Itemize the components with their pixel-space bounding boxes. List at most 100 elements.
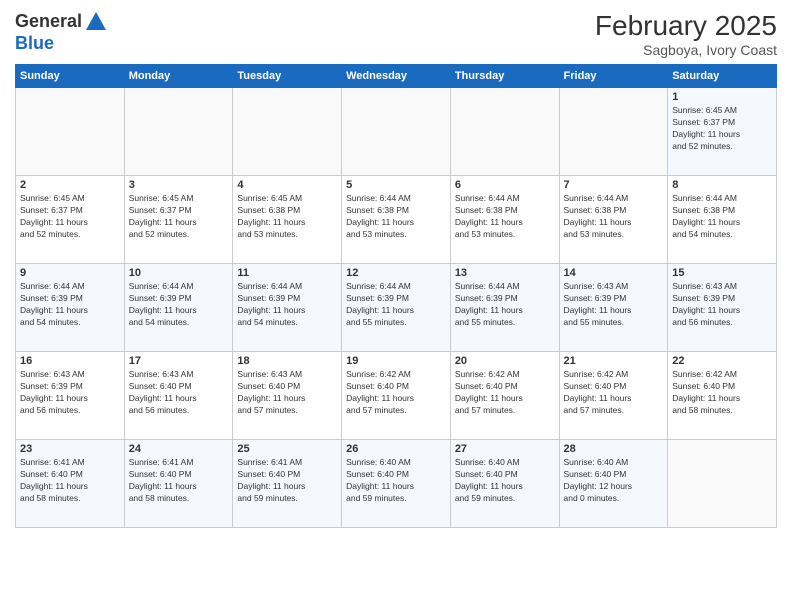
page-header: General Blue February 2025 Sagboya, Ivor… <box>15 10 777 58</box>
day-info: Sunrise: 6:42 AM Sunset: 6:40 PM Dayligh… <box>346 369 446 417</box>
day-info: Sunrise: 6:43 AM Sunset: 6:39 PM Dayligh… <box>564 281 664 329</box>
day-info: Sunrise: 6:44 AM Sunset: 6:39 PM Dayligh… <box>237 281 337 329</box>
day-info: Sunrise: 6:44 AM Sunset: 6:39 PM Dayligh… <box>455 281 555 329</box>
day-info: Sunrise: 6:43 AM Sunset: 6:40 PM Dayligh… <box>129 369 229 417</box>
day-info: Sunrise: 6:44 AM Sunset: 6:39 PM Dayligh… <box>20 281 120 329</box>
calendar-week-row: 23 Sunrise: 6:41 AM Sunset: 6:40 PM Dayli… <box>16 440 777 528</box>
table-row: 21 Sunrise: 6:42 AM Sunset: 6:40 PM Dayli… <box>559 352 668 440</box>
table-row: 22 Sunrise: 6:42 AM Sunset: 6:40 PM Dayli… <box>668 352 777 440</box>
table-row: 28 Sunrise: 6:40 AM Sunset: 6:40 PM Dayli… <box>559 440 668 528</box>
day-info: Sunrise: 6:42 AM Sunset: 6:40 PM Dayligh… <box>672 369 772 417</box>
col-wednesday: Wednesday <box>342 65 451 88</box>
calendar-header-row: Sunday Monday Tuesday Wednesday Thursday… <box>16 65 777 88</box>
day-number: 16 <box>20 355 120 367</box>
day-info: Sunrise: 6:43 AM Sunset: 6:39 PM Dayligh… <box>20 369 120 417</box>
table-row: 19 Sunrise: 6:42 AM Sunset: 6:40 PM Dayli… <box>342 352 451 440</box>
day-info: Sunrise: 6:43 AM Sunset: 6:40 PM Dayligh… <box>237 369 337 417</box>
logo-general: General <box>15 11 82 31</box>
table-row: 14 Sunrise: 6:43 AM Sunset: 6:39 PM Dayli… <box>559 264 668 352</box>
col-friday: Friday <box>559 65 668 88</box>
day-info: Sunrise: 6:44 AM Sunset: 6:38 PM Dayligh… <box>346 193 446 241</box>
table-row: 26 Sunrise: 6:40 AM Sunset: 6:40 PM Dayli… <box>342 440 451 528</box>
day-number: 18 <box>237 355 337 367</box>
table-row: 6 Sunrise: 6:44 AM Sunset: 6:38 PM Daylig… <box>450 176 559 264</box>
day-number: 23 <box>20 443 120 455</box>
location-subtitle: Sagboya, Ivory Coast <box>595 42 777 58</box>
table-row <box>450 88 559 176</box>
title-block: February 2025 Sagboya, Ivory Coast <box>595 10 777 58</box>
day-number: 24 <box>129 443 229 455</box>
col-thursday: Thursday <box>450 65 559 88</box>
day-number: 4 <box>237 179 337 191</box>
day-number: 7 <box>564 179 664 191</box>
day-number: 15 <box>672 267 772 279</box>
table-row: 25 Sunrise: 6:41 AM Sunset: 6:40 PM Dayli… <box>233 440 342 528</box>
day-info: Sunrise: 6:44 AM Sunset: 6:38 PM Dayligh… <box>455 193 555 241</box>
table-row <box>559 88 668 176</box>
col-monday: Monday <box>124 65 233 88</box>
table-row <box>342 88 451 176</box>
day-number: 8 <box>672 179 772 191</box>
table-row: 10 Sunrise: 6:44 AM Sunset: 6:39 PM Dayli… <box>124 264 233 352</box>
day-info: Sunrise: 6:42 AM Sunset: 6:40 PM Dayligh… <box>564 369 664 417</box>
table-row: 12 Sunrise: 6:44 AM Sunset: 6:39 PM Dayli… <box>342 264 451 352</box>
day-number: 21 <box>564 355 664 367</box>
day-number: 3 <box>129 179 229 191</box>
table-row: 1Sunrise: 6:45 AM Sunset: 6:37 PM Daylig… <box>668 88 777 176</box>
col-sunday: Sunday <box>16 65 125 88</box>
day-number: 26 <box>346 443 446 455</box>
table-row: 24 Sunrise: 6:41 AM Sunset: 6:40 PM Dayli… <box>124 440 233 528</box>
table-row: 20 Sunrise: 6:42 AM Sunset: 6:40 PM Dayli… <box>450 352 559 440</box>
table-row: 11 Sunrise: 6:44 AM Sunset: 6:39 PM Dayli… <box>233 264 342 352</box>
table-row: 3Sunrise: 6:45 AM Sunset: 6:37 PM Daylig… <box>124 176 233 264</box>
col-tuesday: Tuesday <box>233 65 342 88</box>
day-info: Sunrise: 6:40 AM Sunset: 6:40 PM Dayligh… <box>455 457 555 505</box>
calendar-week-row: 2 Sunrise: 6:45 AM Sunset: 6:37 PM Daylig… <box>16 176 777 264</box>
day-number: 10 <box>129 267 229 279</box>
month-title: February 2025 <box>595 10 777 42</box>
day-number: 6 <box>455 179 555 191</box>
day-info: Sunrise: 6:44 AM Sunset: 6:39 PM Dayligh… <box>346 281 446 329</box>
logo-blue: Blue <box>15 33 54 53</box>
day-info: Sunrise: 6:40 AM Sunset: 6:40 PM Dayligh… <box>346 457 446 505</box>
day-info: Sunrise: 6:41 AM Sunset: 6:40 PM Dayligh… <box>237 457 337 505</box>
day-number: 28 <box>564 443 664 455</box>
calendar-week-row: 9 Sunrise: 6:44 AM Sunset: 6:39 PM Daylig… <box>16 264 777 352</box>
table-row: 8 Sunrise: 6:44 AM Sunset: 6:38 PM Daylig… <box>668 176 777 264</box>
day-info: Sunrise: 6:41 AM Sunset: 6:40 PM Dayligh… <box>129 457 229 505</box>
day-info: Sunrise: 6:43 AM Sunset: 6:39 PM Dayligh… <box>672 281 772 329</box>
table-row: 15 Sunrise: 6:43 AM Sunset: 6:39 PM Dayli… <box>668 264 777 352</box>
table-row: 2 Sunrise: 6:45 AM Sunset: 6:37 PM Daylig… <box>16 176 125 264</box>
day-info: Sunrise: 6:44 AM Sunset: 6:39 PM Dayligh… <box>129 281 229 329</box>
day-info: Sunrise: 6:40 AM Sunset: 6:40 PM Dayligh… <box>564 457 664 505</box>
day-info: Sunrise: 6:41 AM Sunset: 6:40 PM Dayligh… <box>20 457 120 505</box>
day-info: Sunrise: 6:42 AM Sunset: 6:40 PM Dayligh… <box>455 369 555 417</box>
table-row <box>668 440 777 528</box>
day-number: 20 <box>455 355 555 367</box>
table-row: 17Sunrise: 6:43 AM Sunset: 6:40 PM Dayli… <box>124 352 233 440</box>
table-row: 16 Sunrise: 6:43 AM Sunset: 6:39 PM Dayli… <box>16 352 125 440</box>
day-number: 1 <box>672 91 772 103</box>
day-number: 25 <box>237 443 337 455</box>
day-number: 19 <box>346 355 446 367</box>
day-number: 27 <box>455 443 555 455</box>
day-info: Sunrise: 6:44 AM Sunset: 6:38 PM Dayligh… <box>672 193 772 241</box>
day-number: 22 <box>672 355 772 367</box>
table-row <box>124 88 233 176</box>
table-row: 5 Sunrise: 6:44 AM Sunset: 6:38 PM Daylig… <box>342 176 451 264</box>
day-number: 13 <box>455 267 555 279</box>
table-row: 18 Sunrise: 6:43 AM Sunset: 6:40 PM Dayli… <box>233 352 342 440</box>
day-info: Sunrise: 6:44 AM Sunset: 6:38 PM Dayligh… <box>564 193 664 241</box>
day-number: 12 <box>346 267 446 279</box>
day-number: 14 <box>564 267 664 279</box>
table-row: 4 Sunrise: 6:45 AM Sunset: 6:38 PM Daylig… <box>233 176 342 264</box>
table-row: 27 Sunrise: 6:40 AM Sunset: 6:40 PM Dayli… <box>450 440 559 528</box>
table-row: 9 Sunrise: 6:44 AM Sunset: 6:39 PM Daylig… <box>16 264 125 352</box>
day-number: 11 <box>237 267 337 279</box>
calendar-table: Sunday Monday Tuesday Wednesday Thursday… <box>15 64 777 528</box>
day-number: 9 <box>20 267 120 279</box>
day-info: Sunrise: 6:45 AM Sunset: 6:38 PM Dayligh… <box>237 193 337 241</box>
day-info: Sunrise: 6:45 AM Sunset: 6:37 PM Dayligh… <box>20 193 120 241</box>
day-number: 5 <box>346 179 446 191</box>
day-number: 2 <box>20 179 120 191</box>
